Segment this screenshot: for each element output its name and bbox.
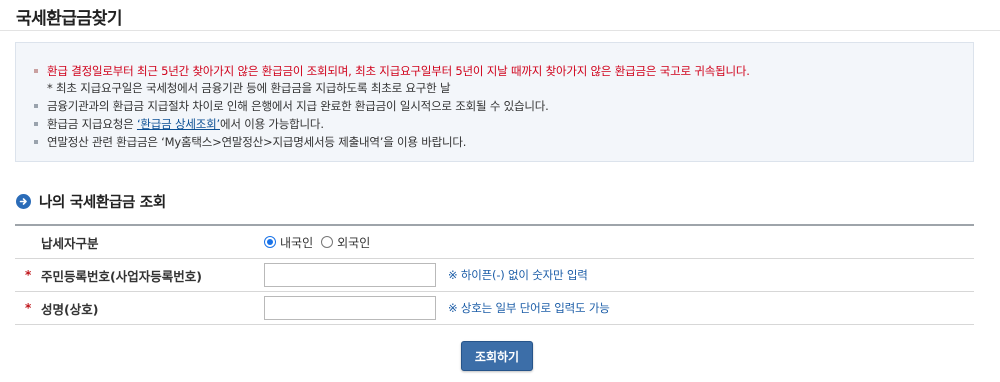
form-row-name: * 성명(상호) ※ 상호는 일부 단어로 입력도 가능 <box>15 292 974 325</box>
required-mark: * <box>25 268 32 282</box>
refund-detail-link[interactable]: ‘환급금 상세조회’ <box>137 117 220 131</box>
form-row-taxpayer-type: 납세자구분 내국인 외국인 <box>15 226 974 259</box>
form-row-id-number: * 주민등록번호(사업자등록번호) ※ 하이픈(-) 없이 숫자만 입력 <box>15 259 974 292</box>
id-number-input[interactable] <box>264 263 436 287</box>
search-form: 납세자구분 내국인 외국인 * 주민등록번호(사업자등록번호) ※ 하이픈(-)… <box>15 224 974 325</box>
name-cell: ※ 상호는 일부 단어로 입력도 가능 <box>255 292 610 324</box>
taxpayer-type-label: 납세자구분 <box>41 235 99 251</box>
notice-item-definition: * 최초 지급요구일은 국세청에서 금융기관 등에 환급금을 지급하도록 최초로… <box>47 81 451 95</box>
section-title: 나의 국세환급금 조회 <box>39 195 166 211</box>
required-mark: * <box>25 301 32 315</box>
bullet-icon <box>34 69 38 73</box>
title-divider <box>0 30 1000 31</box>
radio-foreign[interactable]: 외국인 <box>321 234 370 251</box>
notice-item-request: 환급금 지급요청은 ‘환급금 상세조회’에서 이용 가능합니다. <box>34 115 964 133</box>
radio-checked-icon[interactable] <box>264 236 276 248</box>
notice-item-expiry: 환급 결정일로부터 최근 5년간 찾아가지 않은 환급금이 조회되며, 최초 지… <box>34 62 964 80</box>
radio-unchecked-icon[interactable] <box>321 236 334 248</box>
notice-item-bank-delay: 금융기관과의 환급금 지급절차 차이로 인해 은행에서 지급 완료한 환급금이 … <box>34 97 964 115</box>
section-heading: 나의 국세환급금 조회 <box>16 191 166 212</box>
name-input[interactable] <box>264 296 436 320</box>
id-number-label: * 주민등록번호(사업자등록번호) <box>25 268 202 284</box>
name-hint: ※ 상호는 일부 단어로 입력도 가능 <box>448 301 610 315</box>
notice-list: 환급 결정일로부터 최근 5년간 찾아가지 않은 환급금이 조회되며, 최초 지… <box>34 62 964 151</box>
search-button[interactable]: 조회하기 <box>461 341 533 371</box>
notice-box: 환급 결정일로부터 최근 5년간 찾아가지 않은 환급금이 조회되며, 최초 지… <box>15 42 974 162</box>
page-title: 국세환급금찾기 <box>16 9 122 29</box>
notice-item-year-end: 연말정산 관련 환급금은 ‘My홈택스>연말정산>지급명세서등 제출내역’을 이… <box>34 133 964 151</box>
bullet-icon <box>34 122 38 126</box>
bullet-icon <box>34 140 38 144</box>
name-label: * 성명(상호) <box>25 301 99 317</box>
id-number-hint: ※ 하이픈(-) 없이 숫자만 입력 <box>448 268 588 282</box>
taxpayer-type-options: 내국인 외국인 <box>255 226 378 258</box>
radio-domestic[interactable]: 내국인 <box>264 234 313 251</box>
arrow-circle-icon <box>16 194 31 209</box>
bullet-icon <box>34 104 38 108</box>
id-number-cell: ※ 하이픈(-) 없이 숫자만 입력 <box>255 259 588 291</box>
